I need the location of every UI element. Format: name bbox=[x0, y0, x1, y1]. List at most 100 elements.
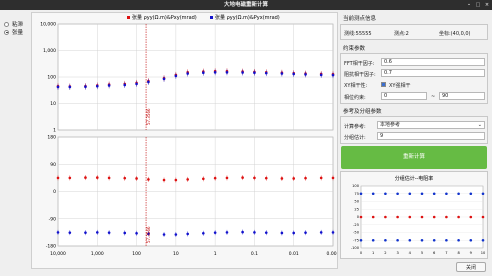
mini-point bbox=[396, 238, 399, 242]
title-bar: 大地电磁重新计算 – □ × bbox=[0, 0, 492, 10]
mini-point bbox=[481, 238, 485, 242]
phase-point bbox=[264, 176, 268, 180]
reference-box: 计算参考: 本地参考 ⌄ 分组估计: 9 bbox=[340, 116, 488, 144]
mini-x-tick-label: 8 bbox=[457, 251, 460, 255]
lower-y-tick-label: 90 bbox=[50, 162, 56, 168]
mini-point bbox=[420, 215, 424, 219]
mini-point bbox=[396, 215, 399, 219]
mode-option-label: 张量 bbox=[12, 30, 24, 36]
x-tick-label: 0.1 bbox=[251, 251, 258, 257]
x-tick-label: 1,000 bbox=[91, 251, 104, 257]
resistivity-point bbox=[123, 83, 127, 87]
mini-y-tick-label: -25 bbox=[353, 223, 359, 227]
fft-factor-input[interactable]: 0.6 bbox=[381, 58, 485, 66]
frequency-marker-label: 57.3566 bbox=[146, 108, 151, 125]
phase-point bbox=[84, 231, 87, 234]
phase-point bbox=[319, 231, 323, 234]
station-info-box: 测线:55555 测点:2 坐标:(40,0,0) bbox=[340, 24, 488, 40]
chevron-down-icon[interactable]: ⌄ bbox=[478, 122, 482, 128]
mini-point bbox=[408, 238, 412, 242]
resistivity-point bbox=[319, 73, 323, 77]
mode-option-tensor[interactable]: 张量 bbox=[4, 28, 23, 36]
radio-icon[interactable] bbox=[4, 21, 9, 27]
mini-y-tick-label: 50 bbox=[354, 200, 359, 204]
mode-option-viscous[interactable]: 粘滞 bbox=[4, 20, 23, 28]
mini-y-tick-label: 75 bbox=[354, 192, 359, 196]
phase-point bbox=[292, 177, 296, 180]
phase-point bbox=[304, 176, 307, 180]
resistivity-point bbox=[186, 72, 189, 75]
mini-point bbox=[359, 238, 363, 242]
curves-plot[interactable]: 张量 ρyy(Ω.m)&Pxy(mrad) 张量 ρyy(Ω.m)&Pyx(mr… bbox=[32, 13, 339, 268]
xy-strong-checkbox[interactable] bbox=[381, 82, 386, 87]
mini-point bbox=[457, 238, 460, 242]
mini-y-tick-label: 100 bbox=[352, 184, 360, 188]
mini-point bbox=[371, 238, 375, 242]
resistivity-point bbox=[253, 71, 256, 75]
group-chart-panel: 分组估计--电阻率 100 75 50 25 0 -25 -50 -75 -100 0 1 2 3 4 5 6… bbox=[340, 171, 488, 259]
recalculate-button[interactable]: 重新计算 bbox=[341, 146, 487, 169]
mini-x-tick-label: 10 bbox=[481, 251, 486, 255]
maximize-icon[interactable]: □ bbox=[475, 2, 481, 8]
group-resistivity-chart[interactable]: 分组估计--电阻率 1007550250-25-50-75-1000 1 2 3 4 5 6… bbox=[341, 172, 487, 258]
mini-point bbox=[469, 192, 473, 196]
mini-point bbox=[371, 192, 375, 196]
resistivity-point bbox=[304, 73, 307, 76]
phase-point bbox=[280, 177, 284, 180]
phase-point bbox=[95, 176, 99, 179]
mini-point bbox=[457, 192, 460, 196]
x-tick-label: 0.001 bbox=[327, 251, 337, 257]
close-icon[interactable]: × bbox=[484, 2, 490, 8]
close-button[interactable]: 关闭 bbox=[456, 262, 486, 272]
mini-y-tick-label: -50 bbox=[353, 231, 360, 235]
tensor-factor-input[interactable]: 0.7 bbox=[381, 69, 485, 77]
reference-header: 参考及分组参数 bbox=[343, 109, 382, 115]
resistivity-point bbox=[174, 74, 178, 78]
resistivity-point bbox=[280, 72, 284, 75]
mode-selector: 粘滞 张量 bbox=[4, 20, 23, 36]
plot-legend: 张量 ρyy(Ω.m)&Pxy(mrad) 张量 ρyy(Ω.m)&Pyx(mr… bbox=[127, 14, 280, 21]
phase-point bbox=[253, 231, 256, 234]
phase-point bbox=[107, 176, 111, 180]
mode-option-label: 粘滞 bbox=[12, 22, 24, 28]
lower-y-tick-label: -90 bbox=[49, 216, 56, 222]
x-tick-label: 1 bbox=[214, 251, 217, 257]
point-label: 测点:2 bbox=[394, 31, 409, 37]
phase-point bbox=[174, 178, 178, 182]
mini-point bbox=[432, 215, 436, 219]
lower-y-tick-label: 180 bbox=[47, 135, 56, 141]
x-tick-label: 100 bbox=[132, 251, 141, 257]
mini-x-tick-label: 1 bbox=[372, 251, 374, 255]
resistivity-point bbox=[84, 85, 87, 89]
phase-point bbox=[186, 232, 189, 236]
phase-min-input[interactable]: 0 bbox=[381, 92, 427, 100]
xy-coherence-label: XY相干性: bbox=[344, 83, 368, 89]
phase-point bbox=[123, 231, 127, 235]
calc-reference-select[interactable]: 本地参考 ⌄ bbox=[377, 121, 485, 129]
mini-x-tick-label: 9 bbox=[470, 251, 473, 255]
calc-reference-value: 本地参考 bbox=[380, 122, 401, 128]
mini-point bbox=[481, 192, 485, 196]
mini-point bbox=[420, 238, 424, 242]
phase-point bbox=[319, 176, 323, 180]
phase-point bbox=[56, 176, 60, 180]
plot-panel: 张量 ρyy(Ω.m)&Pxy(mrad) 张量 ρyy(Ω.m)&Pyx(mr… bbox=[31, 12, 340, 269]
station-info-header: 当前测点信息 bbox=[343, 16, 377, 22]
group-estimate-input[interactable]: 9 bbox=[377, 132, 485, 140]
phase-point bbox=[162, 178, 166, 182]
mini-point bbox=[396, 192, 399, 196]
phase-max-input[interactable]: 90 bbox=[439, 92, 485, 100]
minimize-icon[interactable]: – bbox=[466, 2, 472, 8]
resistivity-point bbox=[213, 71, 217, 74]
resistivity-point bbox=[162, 77, 166, 81]
mini-point bbox=[384, 192, 387, 196]
phase-point bbox=[213, 176, 217, 180]
phase-point bbox=[331, 176, 335, 180]
mini-x-tick-label: 2 bbox=[384, 251, 386, 255]
lower-y-tick-label: 0 bbox=[53, 189, 56, 195]
resistivity-point bbox=[202, 71, 205, 75]
mini-x-tick-label: 4 bbox=[409, 251, 412, 255]
phase-point bbox=[68, 231, 72, 234]
radio-selected-icon[interactable] bbox=[4, 29, 9, 35]
resistivity-point bbox=[56, 85, 60, 89]
